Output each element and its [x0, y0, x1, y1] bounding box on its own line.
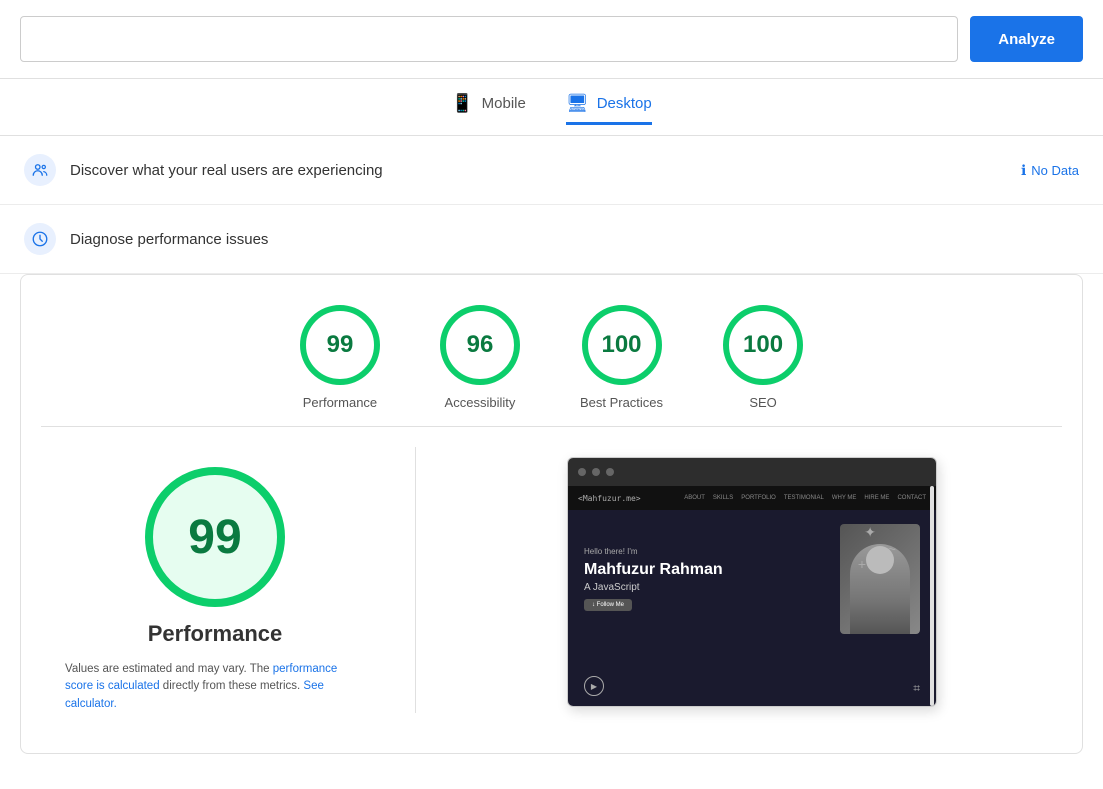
- score-circle-seo: 100: [723, 305, 803, 385]
- score-card: 99 Performance 96 Accessibility 100 Best…: [20, 274, 1083, 754]
- nav-portfolio: PORTFOLIO: [741, 495, 776, 501]
- site-nav: <Mahfuzur.me> ABOUT SKILLS PORTFOLIO TES…: [568, 486, 936, 510]
- big-score-title: Performance: [148, 621, 283, 647]
- score-label-performance: Performance: [303, 395, 377, 410]
- nav-skills: SKILLS: [713, 495, 733, 501]
- score-label-seo: SEO: [749, 395, 776, 410]
- estimate-part1: Values are estimated and may vary. The: [65, 663, 273, 675]
- play-button: ▶: [584, 676, 604, 696]
- nav-hireme: HIRE ME: [864, 495, 889, 501]
- site-logo: <Mahfuzur.me>: [578, 494, 641, 503]
- no-data-label: No Data: [1031, 163, 1079, 178]
- score-label-accessibility: Accessibility: [445, 395, 516, 410]
- big-score-value: 99: [188, 510, 241, 565]
- diagnose-section-row: Diagnose performance issues: [0, 205, 1103, 274]
- score-circle-best-practices: 100: [582, 305, 662, 385]
- url-bar-container: https://www.mahfuzur.me/ Analyze: [0, 0, 1103, 79]
- diagnose-title: Diagnose performance issues: [70, 231, 1079, 248]
- browser-content: <Mahfuzur.me> ABOUT SKILLS PORTFOLIO TES…: [568, 486, 936, 706]
- hero-sub: A JavaScript: [584, 582, 723, 593]
- doodle-1: ✦: [864, 524, 876, 541]
- site-nav-links: ABOUT SKILLS PORTFOLIO TESTIMONIAL WHY M…: [684, 495, 926, 501]
- left-panel: 99 Performance Values are estimated and …: [65, 447, 365, 713]
- big-score-circle: 99: [145, 467, 285, 607]
- score-circle-performance: 99: [300, 305, 380, 385]
- desktop-icon: 🖥: [566, 93, 589, 114]
- mobile-icon: 📱: [451, 93, 473, 114]
- nav-testimonial: TESTIMONIAL: [784, 495, 824, 501]
- url-input[interactable]: https://www.mahfuzur.me/: [20, 16, 958, 62]
- score-item-best-practices: 100 Best Practices: [580, 305, 663, 410]
- score-value-best-practices: 100: [601, 331, 641, 359]
- nav-whyme: WHY ME: [832, 495, 857, 501]
- score-value-performance: 99: [327, 331, 354, 359]
- nav-contact: CONTACT: [897, 495, 926, 501]
- estimate-part2: directly from these metrics.: [160, 680, 304, 692]
- estimate-text: Values are estimated and may vary. The p…: [65, 661, 365, 713]
- vertical-divider: [415, 447, 416, 713]
- browser-dot-3: [606, 468, 614, 476]
- browser-chrome-bar: [568, 458, 936, 486]
- score-circles-row: 99 Performance 96 Accessibility 100 Best…: [41, 305, 1062, 410]
- score-item-performance: 99 Performance: [300, 305, 380, 410]
- tab-desktop-label: Desktop: [597, 95, 652, 112]
- scroll-indicator: ⌗: [913, 681, 920, 696]
- hero-image: [840, 524, 920, 634]
- score-value-seo: 100: [743, 331, 783, 359]
- gauge-icon: [31, 230, 49, 248]
- tab-mobile-label: Mobile: [482, 95, 526, 112]
- crux-icon-circle: [24, 154, 56, 186]
- tab-bar: 📱 Mobile 🖥 Desktop: [0, 79, 1103, 136]
- users-icon: [31, 161, 49, 179]
- hero-name: Mahfuzur Rahman: [584, 560, 723, 579]
- score-item-accessibility: 96 Accessibility: [440, 305, 520, 410]
- browser-dot-1: [578, 468, 586, 476]
- diagnose-icon-circle: [24, 223, 56, 255]
- crux-title: Discover what your real users are experi…: [70, 162, 1007, 179]
- hero-cta-btn: ↓ Follow Me: [584, 599, 632, 611]
- browser-mock: <Mahfuzur.me> ABOUT SKILLS PORTFOLIO TES…: [567, 457, 937, 707]
- hero-greeting: Hello there! I'm: [584, 547, 723, 556]
- score-circle-accessibility: 96: [440, 305, 520, 385]
- crux-section: Discover what your real users are experi…: [0, 136, 1103, 205]
- scrollbar-hint[interactable]: [930, 486, 934, 706]
- hero-text: Hello there! I'm Mahfuzur Rahman A JavaS…: [584, 547, 723, 610]
- score-value-accessibility: 96: [467, 331, 494, 359]
- score-item-seo: 100 SEO: [723, 305, 803, 410]
- preview-panel: <Mahfuzur.me> ABOUT SKILLS PORTFOLIO TES…: [466, 447, 1038, 707]
- info-icon: ℹ: [1021, 162, 1026, 179]
- site-hero: Hello there! I'm Mahfuzur Rahman A JavaS…: [568, 510, 936, 648]
- score-label-best-practices: Best Practices: [580, 395, 663, 410]
- nav-about: ABOUT: [684, 495, 705, 501]
- doodle-3: +: [858, 556, 866, 572]
- analyze-button[interactable]: Analyze: [970, 16, 1083, 62]
- tab-mobile[interactable]: 📱 Mobile: [451, 93, 526, 125]
- no-data-badge: ℹ No Data: [1021, 162, 1079, 179]
- lower-section: 99 Performance Values are estimated and …: [41, 427, 1062, 733]
- browser-dot-2: [592, 468, 600, 476]
- tab-desktop[interactable]: 🖥 Desktop: [566, 93, 652, 125]
